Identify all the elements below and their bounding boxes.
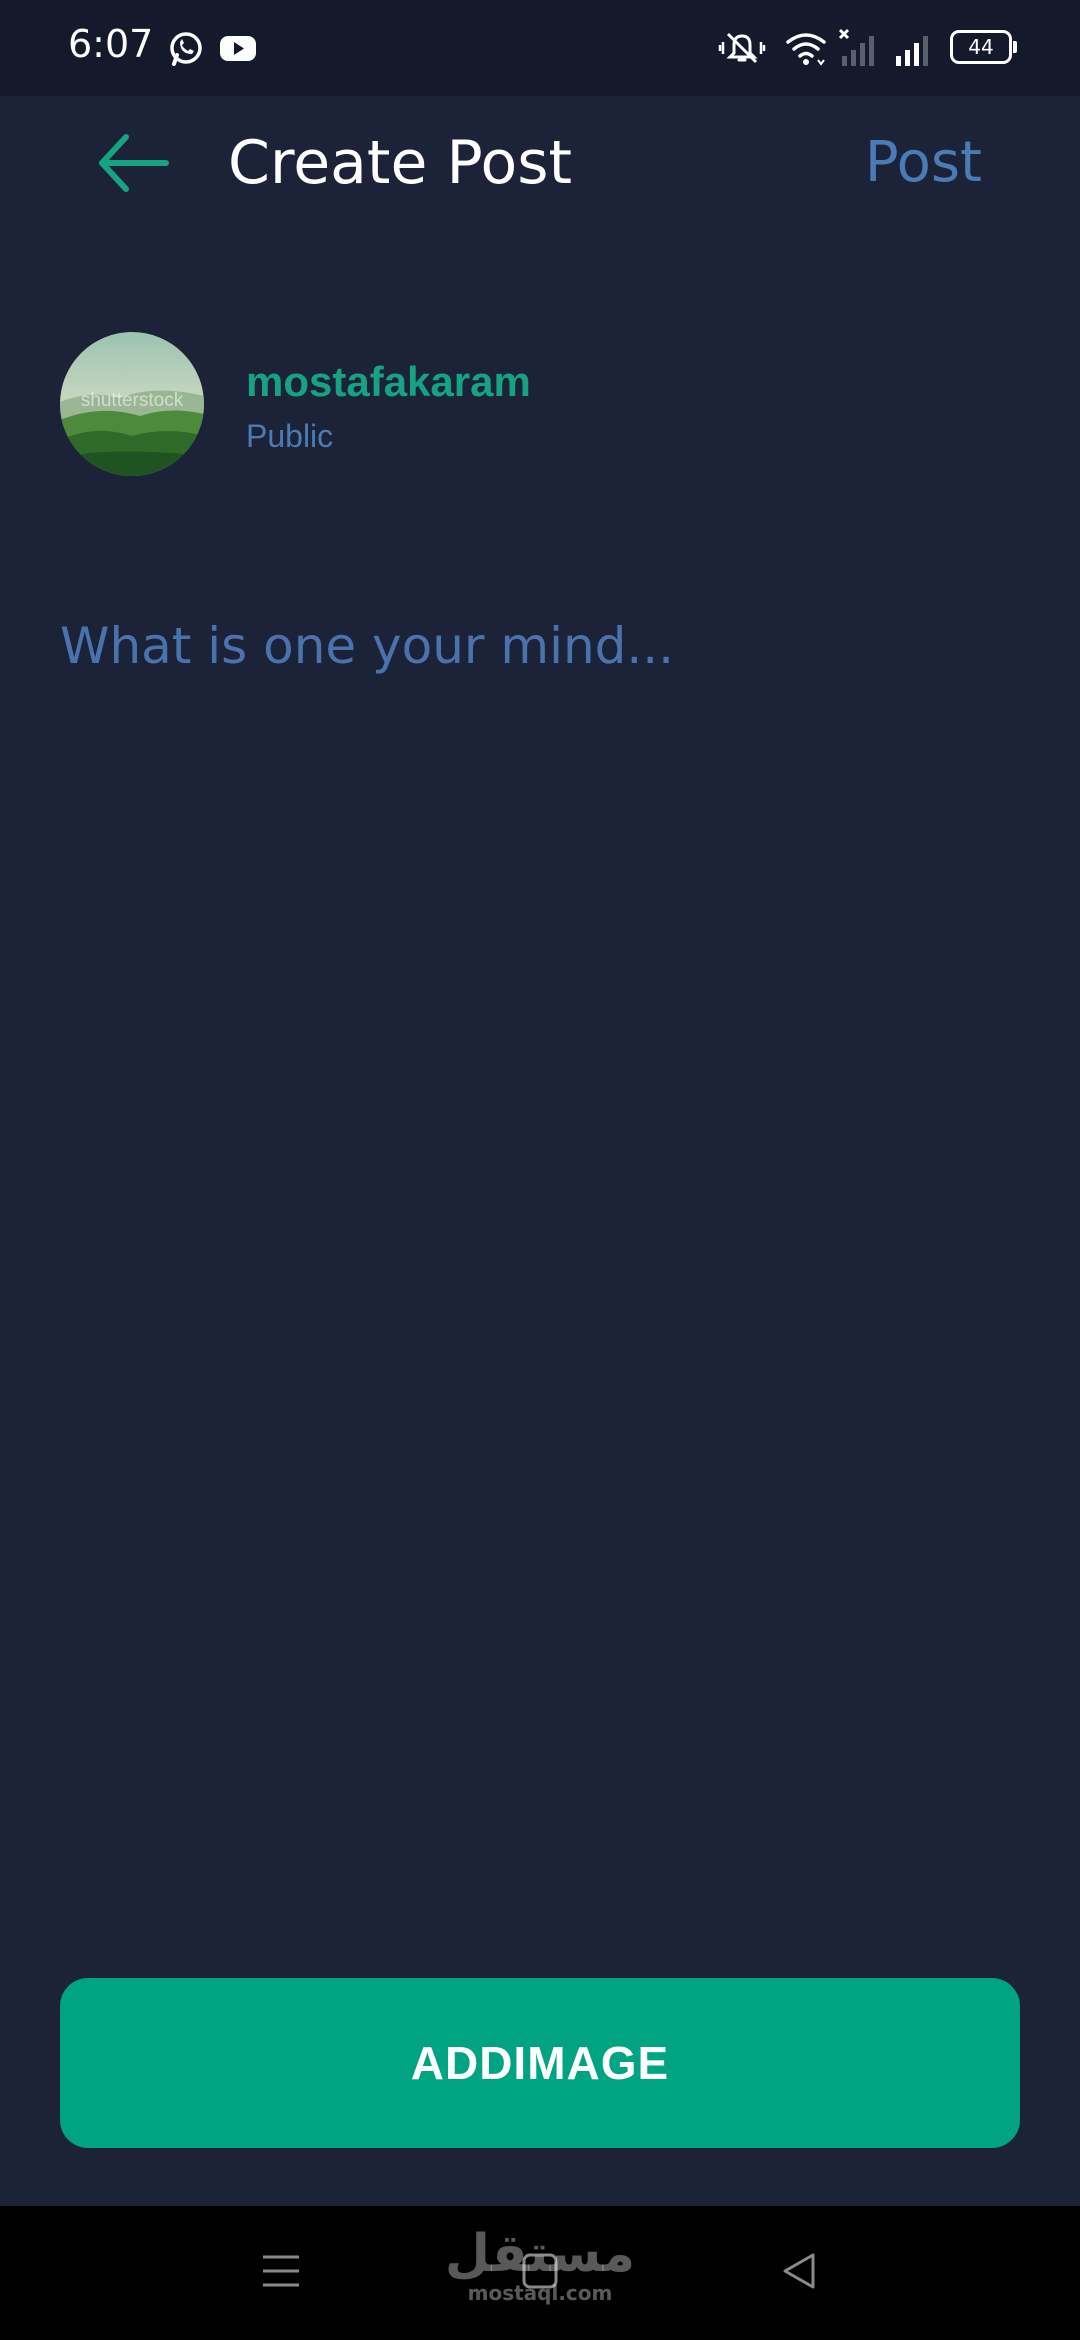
add-image-button[interactable]: ADDIMAGE xyxy=(60,1978,1020,2148)
avatar-watermark-text: shutterstock xyxy=(81,390,184,411)
signal-icon xyxy=(896,36,928,66)
navigation-bar: مستقل mostaql.com xyxy=(0,2206,1080,2340)
status-time: 6:07 xyxy=(68,22,154,66)
watermark-latin: mostaql.com xyxy=(467,2281,613,2305)
wifi-icon xyxy=(786,33,826,66)
visibility-selector[interactable]: Public xyxy=(246,418,333,455)
arrow-left-icon xyxy=(99,134,169,192)
back-triangle-icon xyxy=(783,2253,815,2289)
vibrate-icon xyxy=(718,32,766,64)
watermark-arabic: مستقل xyxy=(444,2224,636,2284)
post-button[interactable]: Post xyxy=(865,126,982,200)
username: mostafakaram xyxy=(246,358,531,405)
battery-level: 44 xyxy=(968,35,994,59)
post-text-input[interactable] xyxy=(60,606,1020,686)
page-title: Create Post xyxy=(228,128,572,198)
youtube-icon xyxy=(220,36,256,61)
avatar-image: shutterstock xyxy=(60,332,204,476)
watermark: مستقل mostaql.com xyxy=(440,2226,640,2304)
user-info: shutterstock mostafakaram Public xyxy=(60,332,1020,476)
avatar[interactable]: shutterstock xyxy=(60,332,204,476)
back-nav-button[interactable] xyxy=(764,2236,834,2306)
no-signal-icon xyxy=(838,28,874,66)
recent-apps-button[interactable] xyxy=(246,2236,316,2306)
whatsapp-icon xyxy=(170,32,202,66)
menu-icon xyxy=(263,2255,299,2287)
back-button[interactable] xyxy=(90,126,176,200)
app-bar: Create Post Post xyxy=(0,96,1080,232)
status-bar: 6:07 44 xyxy=(0,0,1080,96)
battery-icon: 44 xyxy=(950,30,1017,64)
create-post-screen: 6:07 44 Create Post Post shutterstock mo… xyxy=(0,0,1080,2340)
